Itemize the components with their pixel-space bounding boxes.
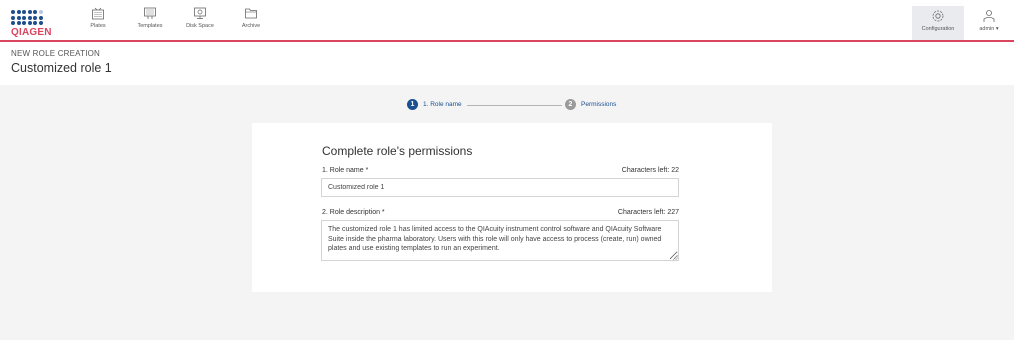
nav-label-templates: Templates — [137, 23, 163, 29]
nav-label-plates: Plates — [90, 23, 106, 29]
nav-item-archive[interactable]: Archive — [225, 6, 277, 38]
nav-label-configuration: Configuration — [921, 26, 955, 32]
nav-item-configuration[interactable]: Configuration — [912, 6, 964, 40]
step-connector — [467, 104, 562, 106]
user-menu[interactable]: admin ▾ — [968, 6, 1010, 38]
nav-item-plates[interactable]: Plates — [72, 6, 124, 38]
breadcrumb: NEW ROLE CREATION — [11, 49, 101, 58]
step-1-label[interactable]: 1. Role name — [423, 101, 462, 108]
nav-label-disk-space: Disk Space — [186, 23, 214, 29]
qiagen-logo[interactable]: QIAGEN — [11, 10, 51, 40]
disk-space-icon — [194, 7, 206, 19]
top-navigation-bar: QIAGEN Plates Templates Disk Space Archi… — [0, 0, 1014, 42]
resize-handle-icon[interactable] — [672, 254, 678, 260]
role-description-char-counter: Characters left: 227 — [617, 209, 679, 216]
stepper: 1 1. Role name 2 Permissions — [407, 99, 627, 111]
plates-icon — [92, 7, 104, 20]
page-title: Customized role 1 — [11, 61, 112, 75]
user-icon — [983, 10, 995, 22]
nav-label-archive: Archive — [241, 23, 261, 29]
gear-icon — [932, 10, 944, 22]
templates-icon — [144, 7, 156, 19]
logo-dots — [11, 10, 47, 25]
form-title: Complete role's permissions — [322, 144, 473, 158]
header-accent-line — [0, 40, 1014, 42]
role-name-char-counter: Characters left: 22 — [621, 167, 679, 174]
role-description-textarea[interactable]: The customized role 1 has limited access… — [321, 220, 679, 261]
role-name-label: 1. Role name * — [322, 167, 369, 174]
step-1-badge[interactable]: 1 — [407, 99, 418, 110]
nav-item-disk-space[interactable]: Disk Space — [174, 6, 226, 38]
nav-item-templates[interactable]: Templates — [124, 6, 176, 38]
role-description-label: 2. Role description * — [322, 209, 385, 216]
role-form-card: Complete role's permissions 1. Role name… — [252, 123, 772, 292]
step-2-label[interactable]: Permissions — [581, 101, 616, 108]
user-menu-label: admin ▾ — [979, 26, 999, 32]
step-2-badge[interactable]: 2 — [565, 99, 576, 110]
logo-text: QIAGEN — [11, 27, 52, 38]
role-name-input[interactable] — [321, 178, 679, 197]
archive-icon — [245, 8, 257, 19]
